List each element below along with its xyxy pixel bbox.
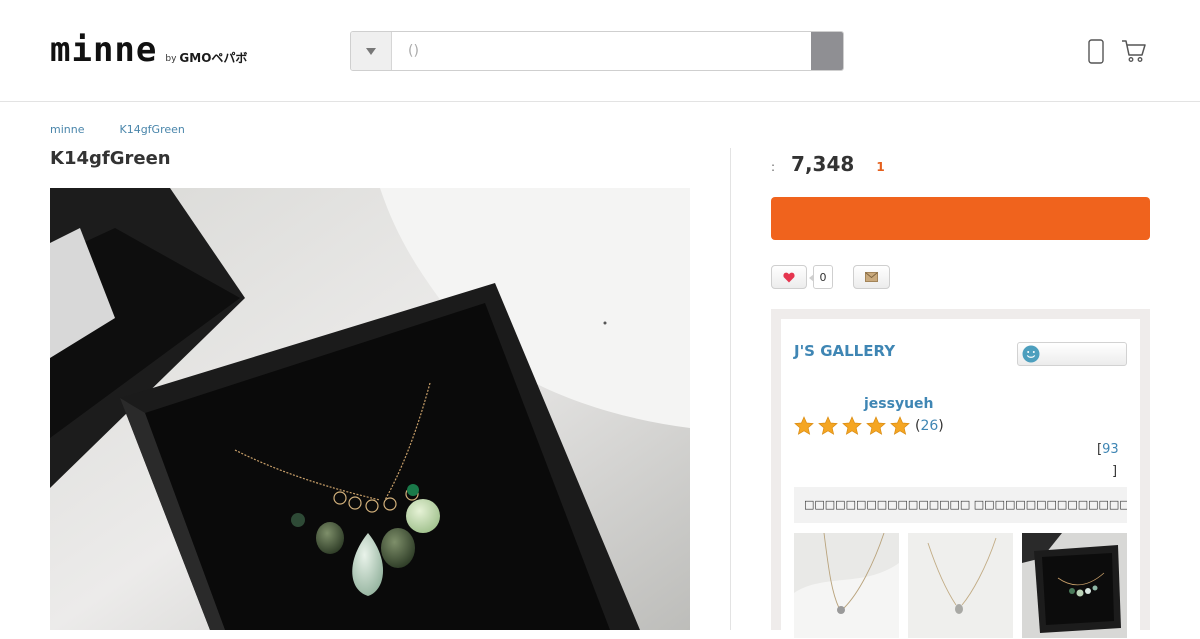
logo-wordmark: minne	[50, 30, 158, 70]
gallery-card: J'S GALLERY jessyueh (26) [93 ] □□□□□□□□…	[771, 309, 1150, 639]
minne-logo[interactable]: minne by GMOペパボ	[50, 30, 247, 70]
column-divider	[730, 148, 731, 630]
star-icon	[866, 416, 886, 435]
message-button[interactable]	[853, 265, 890, 289]
star-icon	[794, 416, 814, 435]
items-count-close: ]	[1112, 464, 1118, 479]
gallery-thumbnails	[794, 533, 1127, 638]
search-category-dropdown[interactable]	[351, 32, 392, 70]
breadcrumb-home-link[interactable]: minne	[50, 123, 84, 136]
rating-stars: (26)	[794, 416, 944, 436]
product-title: K14gfGreen	[50, 148, 171, 169]
chevron-down-icon	[366, 47, 376, 55]
gallery-thumbnail[interactable]	[908, 533, 1013, 638]
smartphone-icon[interactable]	[1083, 38, 1109, 64]
price-row: : 7,348 1	[771, 152, 885, 176]
product-price: 7,348	[791, 152, 855, 176]
logo-by-text: by	[165, 54, 177, 64]
breadcrumb: minne K14gfGreen	[50, 123, 185, 136]
search-bar	[350, 31, 844, 71]
site-header: minne by GMOペパボ	[0, 0, 1200, 102]
star-icon	[890, 416, 910, 435]
items-count-link[interactable]: [93	[1097, 442, 1119, 457]
owner-name-link[interactable]: jessyueh	[864, 396, 934, 412]
price-label: :	[771, 160, 776, 174]
search-input[interactable]	[392, 32, 811, 70]
gallery-thumbnail[interactable]	[1022, 533, 1127, 638]
search-button[interactable]	[811, 32, 843, 70]
gallery-description: □□□□□□□□□□□□□□□□ □□□□□□□□□□□□□□□□□□□□↗□	[794, 487, 1127, 523]
star-icon	[818, 416, 838, 435]
breadcrumb-product-link[interactable]: K14gfGreen	[119, 123, 184, 136]
cart-icon[interactable]	[1121, 38, 1147, 64]
heart-icon	[783, 272, 795, 282]
gallery-thumbnail[interactable]	[794, 533, 899, 638]
like-button[interactable]	[771, 265, 807, 289]
add-to-cart-button[interactable]	[771, 197, 1150, 240]
gallery-panel: J'S GALLERY jessyueh (26) [93 ] □□□□□□□□…	[781, 319, 1140, 639]
smile-icon	[1022, 345, 1040, 363]
envelope-icon	[865, 272, 878, 282]
like-count: 0	[809, 265, 833, 289]
follow-button[interactable]	[1017, 342, 1127, 366]
stock-count: 1	[876, 160, 885, 174]
gallery-name-link[interactable]: J'S GALLERY	[794, 342, 895, 360]
product-photo[interactable]	[50, 188, 690, 630]
review-count[interactable]: (26)	[915, 418, 944, 434]
star-icon	[842, 416, 862, 435]
logo-brand: GMOペパボ	[179, 51, 248, 65]
